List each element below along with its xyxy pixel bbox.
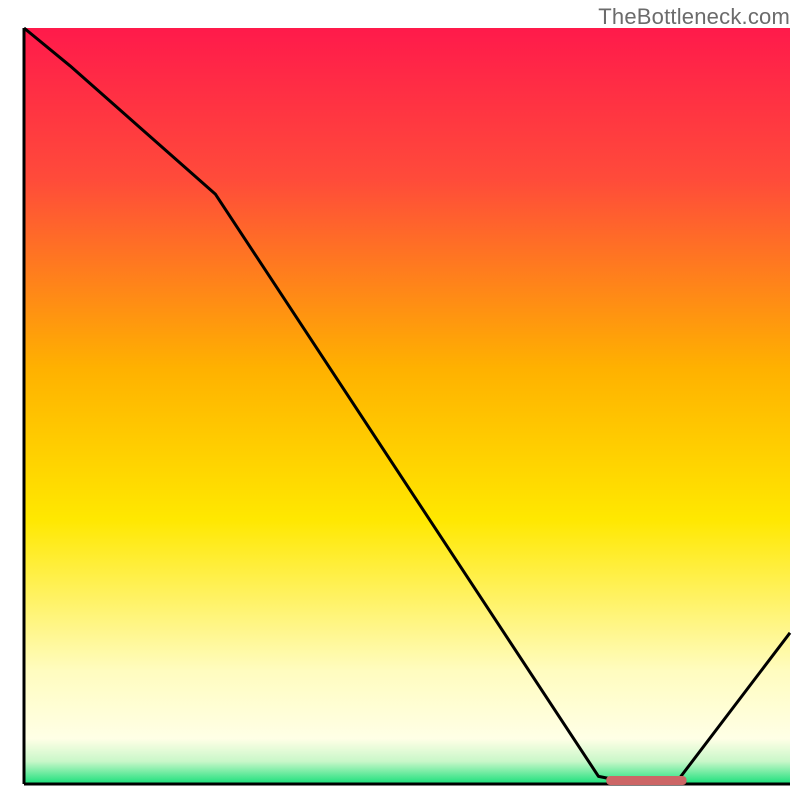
gradient-background <box>24 28 790 784</box>
watermark-text: TheBottleneck.com <box>598 4 790 30</box>
chart-container: TheBottleneck.com <box>0 0 800 800</box>
optimal-zone-marker <box>606 776 686 785</box>
bottleneck-chart <box>0 0 800 800</box>
